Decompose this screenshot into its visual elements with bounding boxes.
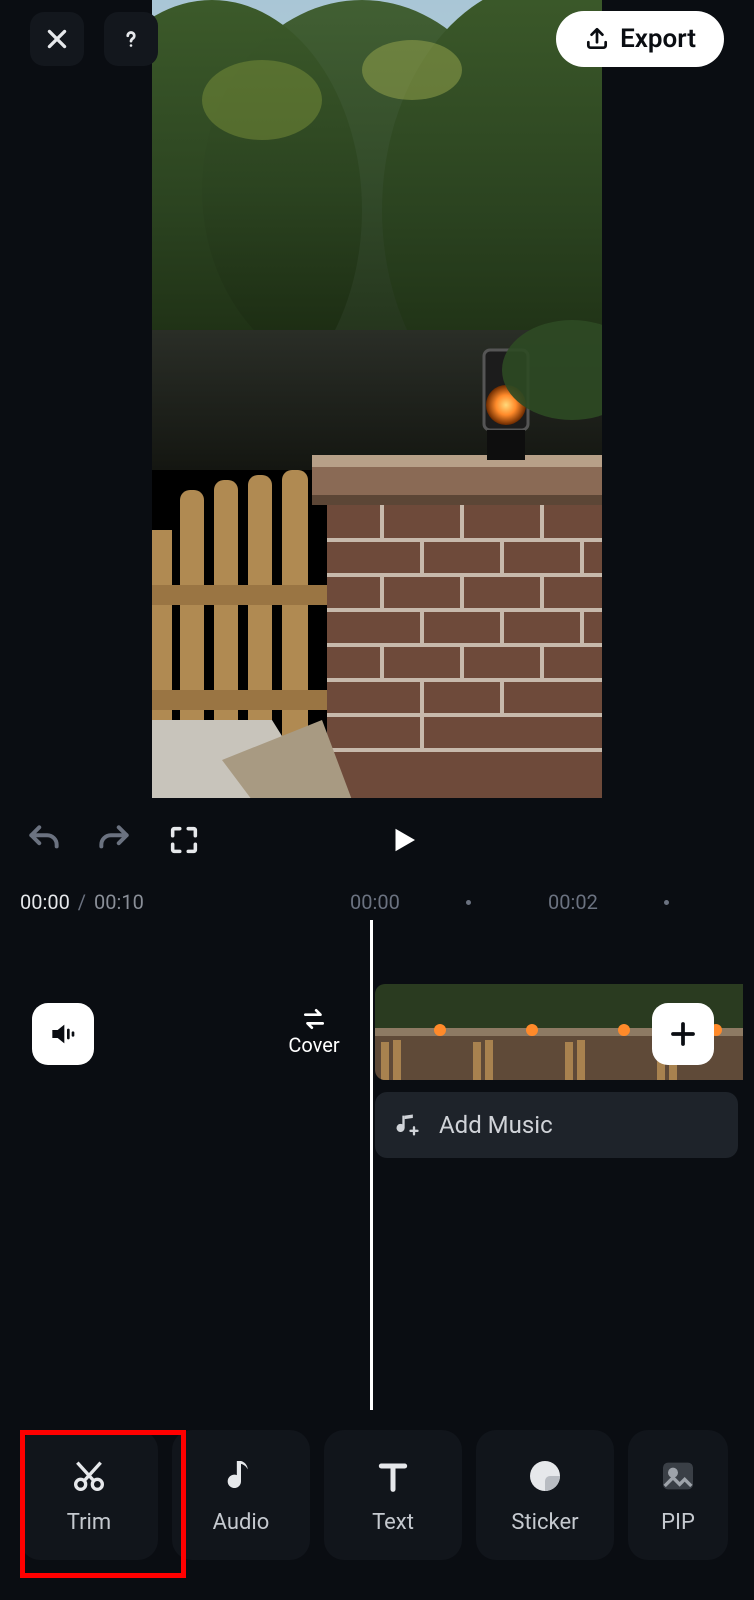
- cover-label: Cover: [288, 1033, 339, 1057]
- tool-label: Trim: [67, 1510, 111, 1535]
- speaker-icon: [47, 1018, 79, 1050]
- undo-button[interactable]: [22, 818, 66, 862]
- fullscreen-button[interactable]: [162, 818, 206, 862]
- export-label: Export: [620, 24, 696, 54]
- clip-thumb: [559, 984, 651, 1080]
- cover-button[interactable]: Cover: [268, 984, 360, 1080]
- ruler-mark-0: 00:00: [350, 890, 400, 914]
- help-icon: [118, 26, 144, 52]
- sticker-icon: [525, 1456, 565, 1496]
- tool-label: Text: [372, 1510, 414, 1535]
- scissors-icon: [69, 1456, 109, 1496]
- video-preview[interactable]: [152, 0, 602, 798]
- timeline: Cover: [0, 984, 754, 1084]
- top-bar: Export: [0, 8, 754, 70]
- music-note-icon: [221, 1456, 261, 1496]
- add-clip-button[interactable]: [652, 1003, 714, 1065]
- ruler-mark-2: 00:02: [548, 890, 598, 914]
- tool-trim[interactable]: Trim: [20, 1430, 158, 1560]
- music-add-icon: [393, 1111, 421, 1139]
- close-button[interactable]: [30, 12, 84, 66]
- ruler-dot-3: [664, 900, 669, 905]
- timeline-ruler[interactable]: 00:00 00:02: [0, 890, 754, 914]
- bottom-toolbar: Trim Audio Text Sticker PIP: [0, 1430, 754, 1572]
- clip-thumb: [467, 984, 559, 1080]
- image-icon: [658, 1456, 698, 1496]
- export-button[interactable]: Export: [556, 11, 724, 67]
- plus-icon: [668, 1019, 698, 1049]
- clip-thumb: [375, 984, 467, 1080]
- swap-icon: [301, 1008, 327, 1030]
- fullscreen-icon: [167, 823, 201, 857]
- help-button[interactable]: [104, 12, 158, 66]
- mute-button[interactable]: [32, 1003, 94, 1065]
- transport-bar: [0, 812, 754, 868]
- tool-text[interactable]: Text: [324, 1430, 462, 1560]
- close-icon: [44, 26, 70, 52]
- undo-icon: [25, 821, 63, 859]
- ruler-dot-1: [466, 900, 471, 905]
- redo-icon: [95, 821, 133, 859]
- redo-button[interactable]: [92, 818, 136, 862]
- tool-label: Audio: [213, 1510, 270, 1535]
- tool-pip[interactable]: PIP: [628, 1430, 728, 1560]
- playhead[interactable]: [370, 920, 373, 1410]
- add-music-label: Add Music: [439, 1111, 553, 1139]
- tool-label: PIP: [661, 1510, 695, 1535]
- tool-sticker[interactable]: Sticker: [476, 1430, 614, 1560]
- tool-label: Sticker: [511, 1510, 578, 1535]
- export-icon: [584, 26, 610, 52]
- add-music-button[interactable]: Add Music: [375, 1092, 738, 1158]
- play-button[interactable]: [381, 818, 425, 862]
- play-icon: [385, 822, 421, 858]
- tool-audio[interactable]: Audio: [172, 1430, 310, 1560]
- text-icon: [373, 1456, 413, 1496]
